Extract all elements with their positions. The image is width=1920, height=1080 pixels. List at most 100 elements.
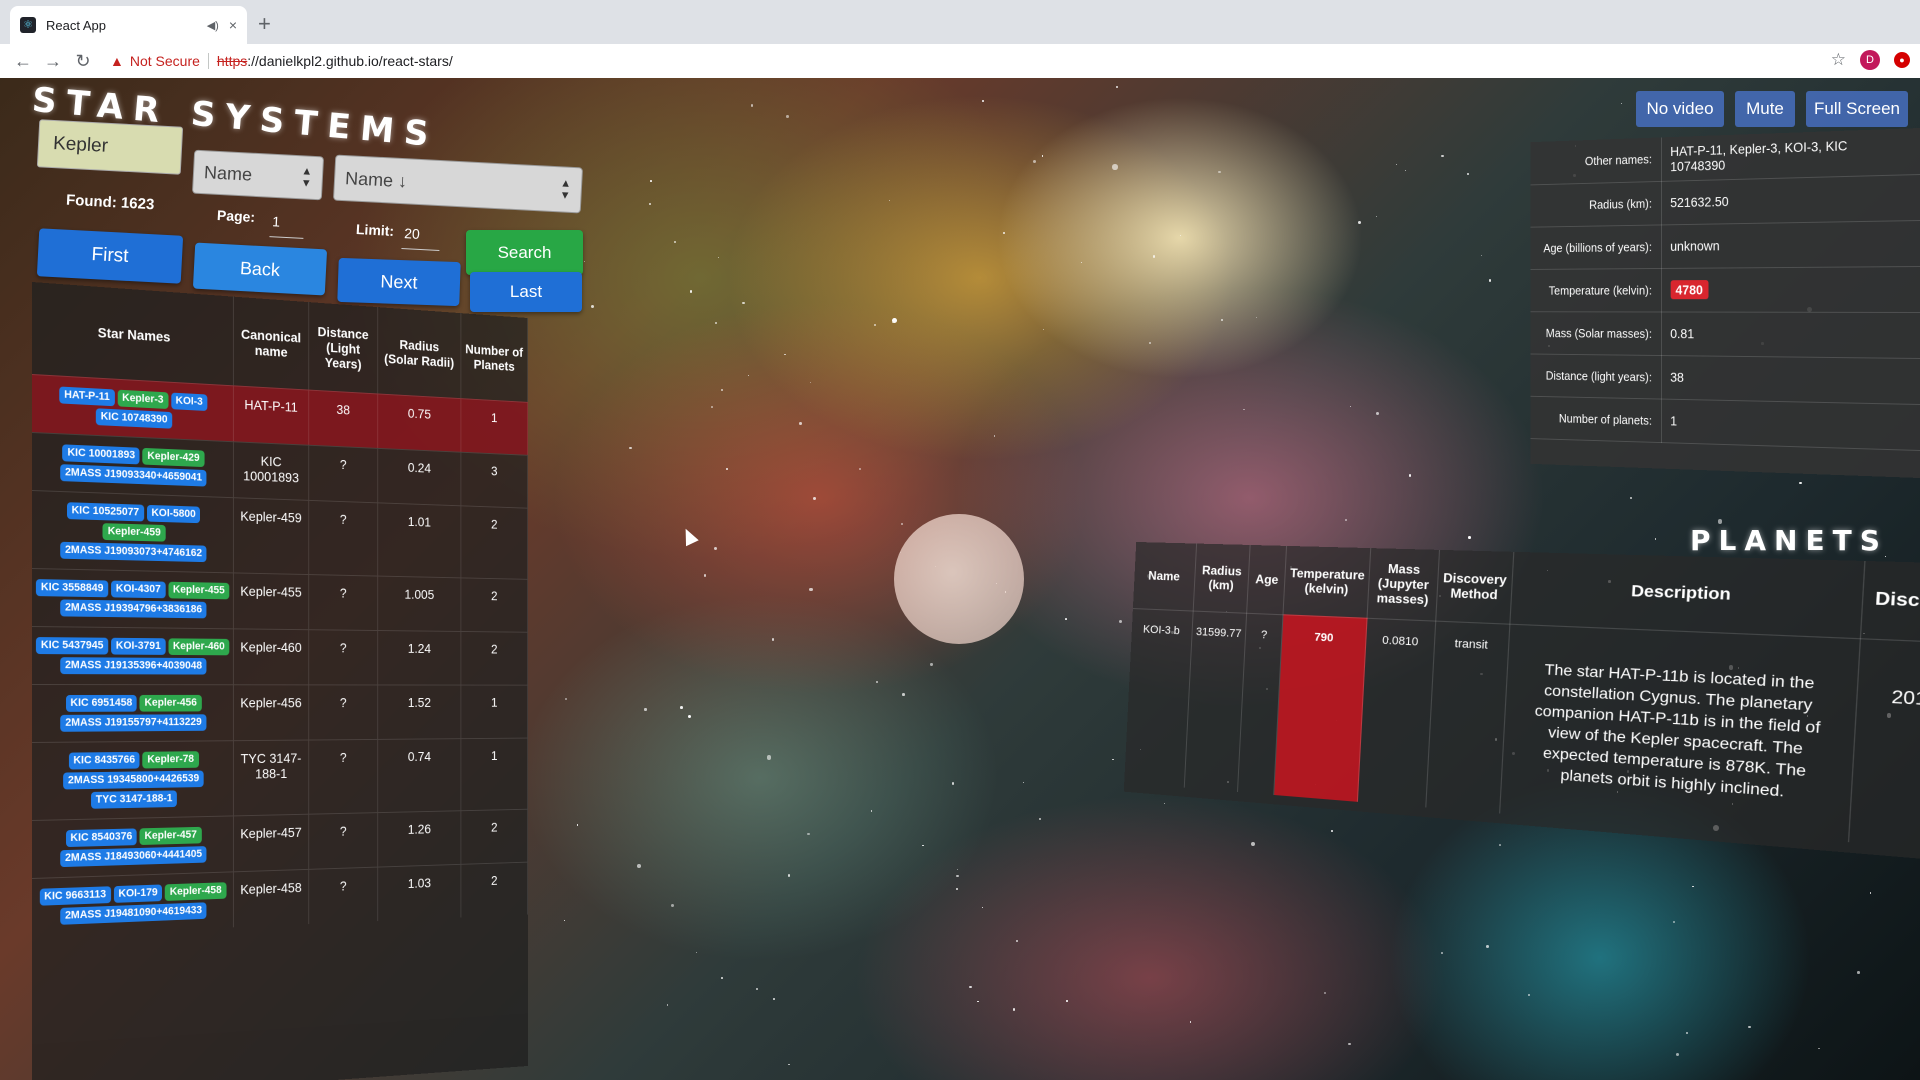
detail-value: 521632.50 <box>1661 174 1920 225</box>
bookmark-star-icon[interactable]: ☆ <box>1831 50 1846 70</box>
star-dot <box>703 574 707 578</box>
detail-value: unknown <box>1661 220 1920 268</box>
star-dot <box>1748 1025 1751 1029</box>
star-dot <box>870 810 873 813</box>
star-name-badge: Kepler-3 <box>117 389 169 409</box>
back-arrow-icon[interactable]: ← <box>8 51 38 72</box>
chevron-updown-icon: ▲ ▼ <box>559 177 572 202</box>
detail-row: Mass (Solar masses): 0.81 <box>1530 311 1920 358</box>
last-page-button[interactable]: Last <box>470 272 582 312</box>
profile-avatar[interactable]: D <box>1860 50 1880 70</box>
star-dot <box>892 318 898 324</box>
star-dot <box>1376 215 1378 217</box>
star-name-badge: 2MASS J18493060+4441405 <box>60 845 207 867</box>
star-dot <box>1112 758 1114 761</box>
detail-row: Radius (km): 521632.50 <box>1530 174 1920 227</box>
star-dot <box>956 875 959 878</box>
star-dot <box>766 754 772 760</box>
column-header: Name <box>1132 541 1197 611</box>
star-dot <box>1376 411 1380 415</box>
search-button[interactable]: Search <box>466 230 583 275</box>
star-table-row[interactable]: KIC 5437945 KOI-3791 Kepler-460 2MASS J1913… <box>32 626 528 685</box>
reload-icon[interactable]: ↻ <box>68 51 98 72</box>
mute-button[interactable]: Mute <box>1735 91 1795 127</box>
star-dot <box>1499 843 1501 846</box>
star-name-badge: KOI-5800 <box>146 504 201 523</box>
star-dot <box>901 523 904 526</box>
search-input[interactable]: Kepler <box>36 119 184 175</box>
security-indicator[interactable]: ▲ Not Secure <box>110 53 200 69</box>
canonical-name-cell: TYC 3147-188-1 <box>233 739 309 816</box>
discovery-date-cell: 2013-05-29 <box>1848 638 1920 857</box>
planet-temperature-cell: 790 <box>1274 614 1368 802</box>
sort-field-select[interactable]: Name ▲ ▼ <box>191 149 325 201</box>
star-name-badge: KIC 10525077 <box>66 501 144 521</box>
star-dot <box>1686 1031 1689 1035</box>
browser-chrome: ⚛ React App ◀) × + ← → ↻ ▲ Not Secure ht… <box>0 0 1920 78</box>
star-table-row[interactable]: KIC 6951458 Kepler-456 2MASS J19155797+411… <box>32 684 528 742</box>
first-page-button[interactable]: First <box>36 228 184 284</box>
star-dot <box>1042 328 1045 330</box>
distance-cell: ? <box>308 684 378 740</box>
new-tab-button[interactable]: + <box>258 10 271 38</box>
star-dot <box>564 697 567 700</box>
star-dot <box>1488 279 1492 282</box>
back-page-button[interactable]: Back <box>192 242 328 296</box>
star-dot <box>859 468 861 470</box>
star-name-badge: Kepler-455 <box>168 581 230 599</box>
planet-count-cell: 1 <box>460 737 528 811</box>
no-video-button[interactable]: No video <box>1636 91 1724 127</box>
star-table-panel: Star Names Canonical name Distance (Ligh… <box>32 282 529 1080</box>
star-dot <box>787 873 791 877</box>
planet-description-cell: The star HAT-P-11b is located in the con… <box>1499 623 1860 842</box>
limit-input[interactable]: 20 <box>401 225 441 251</box>
star-dot <box>751 104 754 107</box>
star-dot <box>1015 940 1018 943</box>
star-dot <box>756 987 759 991</box>
forward-arrow-icon[interactable]: → <box>38 51 68 72</box>
speaker-icon[interactable]: ◀) <box>207 19 219 32</box>
planet-mass-cell: 0.0810 <box>1357 617 1436 807</box>
star-table-row[interactable]: KIC 3558849 KOI-4307 Kepler-455 2MASS J1939… <box>32 568 528 632</box>
star-dot <box>1022 781 1025 784</box>
radius-cell: 1.005 <box>377 575 461 632</box>
canonical-name-cell: Kepler-459 <box>233 497 309 575</box>
star-name-badge: KIC 8435766 <box>68 751 140 769</box>
star-dot <box>1180 234 1182 236</box>
star-dot <box>876 680 879 683</box>
planet-count-cell: 3 <box>460 451 528 508</box>
star-table-row[interactable]: KIC 8435766 Kepler-78 2MASS 19345800+44265… <box>32 737 528 820</box>
star-names-cell: KIC 6951458 Kepler-456 2MASS J19155797+411… <box>32 684 234 742</box>
page-input[interactable]: 1 <box>269 213 305 239</box>
star-dot <box>1012 1008 1016 1011</box>
planet-count-cell: 2 <box>460 808 528 864</box>
star-dot <box>629 447 632 450</box>
star-dot <box>1163 802 1165 804</box>
detail-label: Radius (km): <box>1530 180 1662 227</box>
close-tab-icon[interactable]: × <box>229 17 237 33</box>
star-name-badge: Kepler-456 <box>139 694 202 712</box>
star-dot <box>1218 171 1221 174</box>
extension-icon[interactable]: ● <box>1894 52 1910 68</box>
sort-field-value: Name <box>203 161 253 185</box>
full-screen-button[interactable]: Full Screen <box>1806 91 1908 127</box>
distance-cell: ? <box>308 444 378 503</box>
star-details-table: Other names: HAT-P-11, Kepler-3, KOI-3, K… <box>1530 128 1920 451</box>
next-page-button[interactable]: Next <box>337 257 461 307</box>
column-header: Radius (km) <box>1192 543 1251 613</box>
star-names-cell: KIC 10001893 Kepler-429 2MASS J19093340+46… <box>32 432 234 498</box>
star-dot <box>788 1063 790 1066</box>
star-dot <box>922 844 924 846</box>
star-dot <box>1148 342 1151 344</box>
star-name-badge: KIC 9663113 <box>39 885 111 906</box>
star-dot <box>584 260 586 262</box>
star-name-badge: Kepler-460 <box>168 637 230 655</box>
column-header: Star Names <box>32 282 234 386</box>
browser-tab[interactable]: ⚛ React App ◀) × <box>10 6 247 44</box>
star-dot <box>666 1004 669 1006</box>
star-dot <box>1799 481 1802 485</box>
radius-cell: 1.26 <box>377 810 461 867</box>
address-bar[interactable]: https://danielkpl2.github.io/react-stars… <box>217 53 453 69</box>
star-name-badge: KIC 8540376 <box>65 827 137 847</box>
star-dot <box>747 375 750 377</box>
